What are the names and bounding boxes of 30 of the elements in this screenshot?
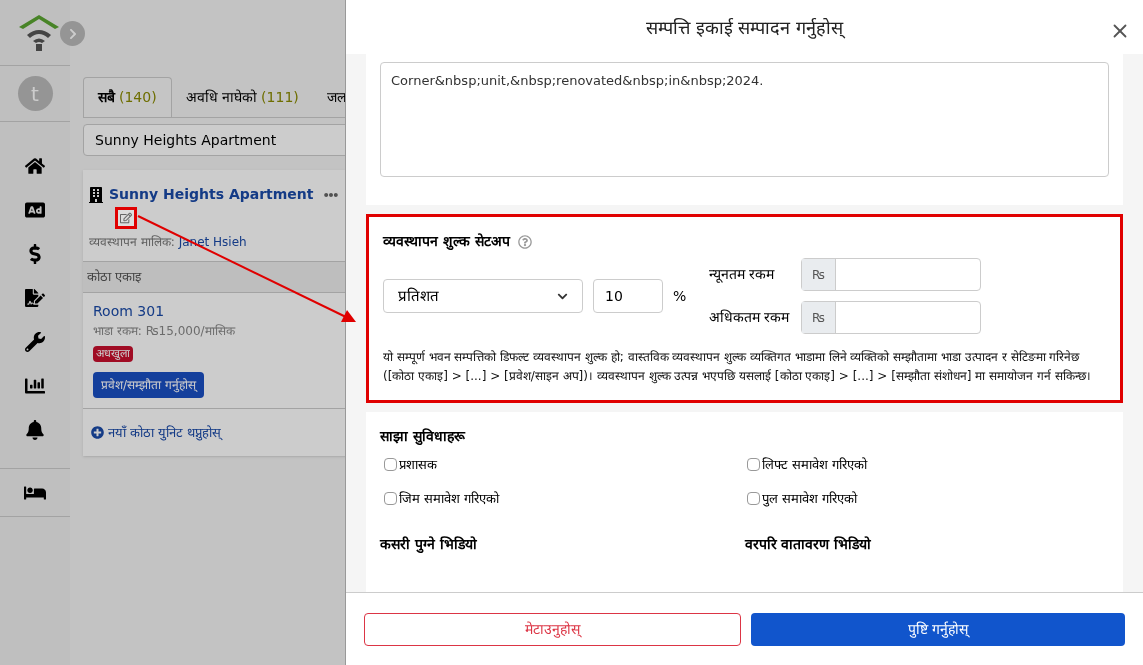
amount-field[interactable]: ₨	[801, 301, 981, 334]
section-title: व्यवस्थापन शुल्क सेटअप	[383, 232, 510, 252]
rent-amount: भाडा रकम: ₨15,000/मासिक	[93, 322, 237, 340]
amount-field[interactable]: ₨	[801, 258, 981, 291]
manager-label: व्यवस्थापन मालिक:	[89, 235, 175, 249]
section-title: कसरी पुग्ने भिडियो	[380, 535, 478, 555]
tab[interactable]: अवधि नाघेको (111)	[171, 77, 313, 117]
property-name[interactable]: Sunny Heights Apartment	[109, 184, 314, 205]
fee-type-select[interactable]: प्रतिशत	[383, 279, 583, 313]
section-title: साझा सुविधाहरू	[380, 427, 467, 447]
percent-unit: %	[673, 286, 688, 306]
move-in-button[interactable]: प्रवेश/सम्झौता गर्नुहोस्	[93, 371, 204, 398]
checkbox-label: प्रशासक	[399, 456, 437, 474]
fee-value-field[interactable]: 10	[593, 279, 663, 313]
section-title: वरपरि वातावरण भिडियो	[744, 535, 873, 554]
status-tag: अधखुला	[93, 345, 133, 362]
confirm-button[interactable]: पुष्टि गर्नुहोस्	[750, 612, 1125, 646]
checkbox-label: लिफ्ट समावेश गरिएको	[761, 456, 867, 474]
delete-button[interactable]: मेटाउनुहोस्	[364, 612, 741, 646]
checkbox-label: जिम समावेश गरिएको	[399, 489, 500, 508]
modal-title: सम्पत्ति इकाई सम्पादन गर्नुहोस्	[645, 15, 844, 41]
add-unit-link[interactable]: नयाँ कोठा युनिट थप्नुहोस्	[108, 422, 222, 442]
checkbox-label: पुल समावेश गरिएको	[761, 489, 857, 508]
currency-addon: ₨	[802, 302, 836, 333]
tab[interactable]: सबै (140)	[83, 77, 172, 117]
description-field[interactable]: Corner&nbsp;unit,&nbsp;renovated&nbsp;in&nbsp;2024.	[380, 62, 1109, 177]
amount-label: अधिकतम रकम	[709, 308, 791, 327]
currency-addon: ₨	[802, 259, 836, 290]
amount-label: न्यूनतम रकम	[709, 265, 776, 285]
fee-note: यो सम्पूर्ण भवन सम्पत्तिको डिफल्ट व्यवस्थापन शुल्क हो; वास्तविक व्यवस्थापन शुल्क व्यक्तिगत भाडामा लिने व्यक्तिको सम्झौतामा भाडा उत्पादन र सेटिङमा गरिनेछ ([कोठा एकाइ] > [...] > [प्रवेश/साइन अप])। व्यवस्थापन शुल्क उत्पन्न भएपछि यसलाई [कोठा एकाइ] > [...] > [सम्झौता संशोधन] मा समायोजन गर्न सकिन्छ।	[383, 349, 1092, 386]
